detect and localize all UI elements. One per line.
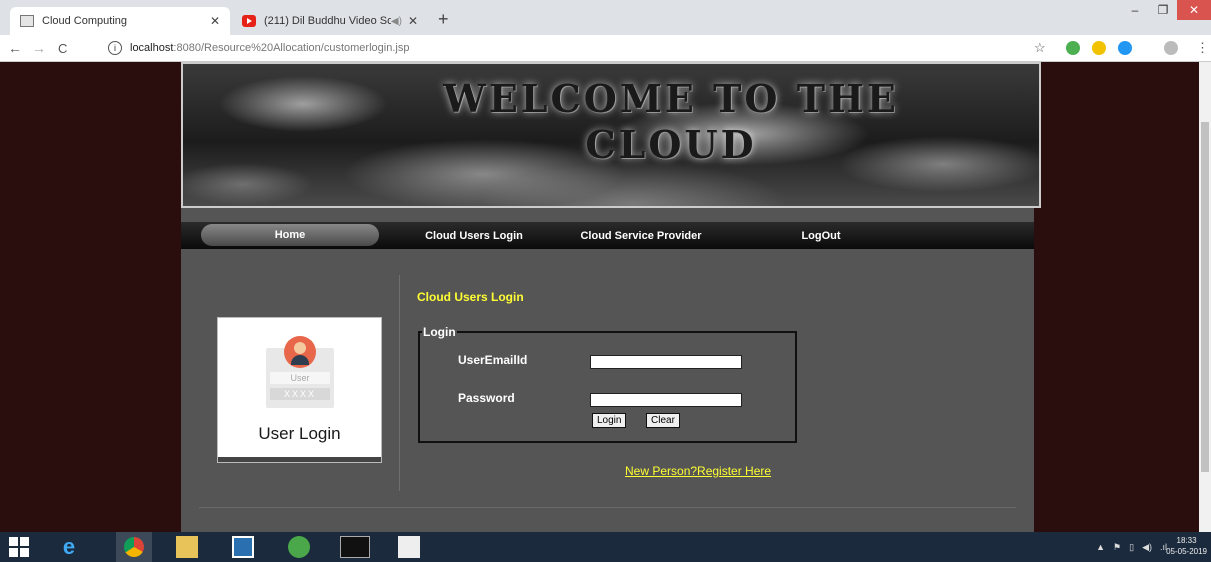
register-link[interactable]: New Person?Register Here xyxy=(625,464,771,478)
info-icon[interactable]: i xyxy=(108,41,122,55)
close-tab-icon[interactable]: ✕ xyxy=(408,14,418,28)
illustration-title: User Login xyxy=(258,424,341,443)
main-content: User XXXX User Login Cloud Users Login L… xyxy=(181,249,1034,532)
login-fieldset: Login UserEmailId Password Login Clear xyxy=(418,325,797,443)
command-prompt-icon[interactable] xyxy=(340,536,370,558)
chrome-icon[interactable] xyxy=(116,532,152,562)
illustration-footer xyxy=(218,457,381,462)
illustration-user-field: User xyxy=(270,372,330,384)
windows-start-icon[interactable] xyxy=(8,536,30,558)
scrollbar-thumb[interactable] xyxy=(1201,122,1209,472)
menu-item-home[interactable]: Home xyxy=(201,224,379,246)
forward-arrow-icon[interactable]: → xyxy=(32,40,46,56)
close-tab-icon[interactable]: ✕ xyxy=(210,14,220,28)
java-icon[interactable] xyxy=(398,536,420,558)
email-input[interactable] xyxy=(590,355,742,369)
user-login-illustration: User XXXX User Login xyxy=(217,317,382,463)
close-window-icon[interactable]: ✕ xyxy=(1177,0,1211,20)
email-label: UserEmailId xyxy=(458,353,528,367)
tab-cloud-computing[interactable]: Cloud Computing ✕ xyxy=(10,7,230,35)
web-page: WELCOME TO THE CLOUD Home Cloud Users Lo… xyxy=(0,62,1211,532)
nav-menu: Home Cloud Users Login Cloud Service Pro… xyxy=(181,222,1034,249)
login-legend: Login xyxy=(423,325,456,339)
profile-avatar[interactable] xyxy=(1164,41,1178,55)
address-bar-row: ← → C i localhost:8080/Resource%20Alloca… xyxy=(0,35,1211,62)
window-controls: – ❐ ✕ xyxy=(1121,0,1211,20)
app-icon[interactable] xyxy=(232,536,254,558)
password-input[interactable] xyxy=(590,393,742,407)
url-host: localhost xyxy=(130,42,174,54)
internet-explorer-icon[interactable]: e xyxy=(58,534,80,559)
login-button[interactable]: Login xyxy=(592,413,627,428)
tab-title: Cloud Computing xyxy=(42,15,127,27)
chevron-up-icon[interactable]: ▲ xyxy=(1096,542,1105,553)
horizontal-divider xyxy=(199,507,1016,508)
speaker-icon[interactable]: ◀) xyxy=(391,16,402,27)
minimize-icon[interactable]: – xyxy=(1121,0,1149,20)
new-tab-icon[interactable]: + xyxy=(438,9,449,30)
restore-icon[interactable]: ❐ xyxy=(1149,0,1177,20)
file-explorer-icon[interactable] xyxy=(176,536,198,558)
battery-icon[interactable]: ▯ xyxy=(1129,542,1134,553)
extension-icon[interactable] xyxy=(1092,41,1106,55)
vertical-scrollbar[interactable] xyxy=(1199,62,1211,532)
system-tray: ▲ ⚑ ▯ ◀) .ıl xyxy=(1096,542,1167,553)
tab-youtube[interactable]: (211) Dil Buddhu Video Song ◀) ✕ xyxy=(232,7,428,35)
clock-time: 18:33 xyxy=(1176,536,1197,545)
bookmark-star-icon[interactable]: ☆ xyxy=(1034,40,1046,56)
page-container: WELCOME TO THE CLOUD Home Cloud Users Lo… xyxy=(181,62,1041,532)
app-icon[interactable] xyxy=(288,536,310,558)
back-arrow-icon[interactable]: ← xyxy=(8,40,22,56)
flag-icon[interactable]: ⚑ xyxy=(1113,542,1121,553)
reload-icon[interactable]: C xyxy=(58,41,67,56)
page-favicon-icon xyxy=(20,15,34,27)
url-input[interactable]: i localhost:8080/Resource%20Allocation/c… xyxy=(108,38,1008,58)
banner-image: WELCOME TO THE CLOUD xyxy=(181,62,1041,208)
vertical-divider xyxy=(399,275,400,491)
url-path: :8080/Resource%20Allocation/customerlogi… xyxy=(173,42,410,54)
youtube-icon xyxy=(242,15,256,27)
extension-icon[interactable] xyxy=(1066,41,1080,55)
illustration-password-field: XXXX xyxy=(270,388,330,400)
section-title: Cloud Users Login xyxy=(417,290,524,304)
kebab-menu-icon[interactable]: ⋮ xyxy=(1196,40,1209,56)
tab-title: (211) Dil Buddhu Video Song xyxy=(264,15,391,27)
browser-tab-strip: Cloud Computing ✕ (211) Dil Buddhu Video… xyxy=(0,0,1211,35)
clear-button[interactable]: Clear xyxy=(646,413,680,428)
extension-icon[interactable] xyxy=(1118,41,1132,55)
user-avatar-icon xyxy=(284,336,316,368)
banner-title: WELCOME TO THE CLOUD xyxy=(443,76,899,167)
menu-item-logout[interactable]: LogOut xyxy=(781,222,861,249)
volume-icon[interactable]: ◀) xyxy=(1142,542,1152,553)
password-label: Password xyxy=(458,391,515,405)
menu-item-cloud-service-provider[interactable]: Cloud Service Provider xyxy=(561,222,721,249)
system-clock[interactable]: 18:33 05-05-2019 xyxy=(1166,535,1207,557)
menu-item-cloud-users-login[interactable]: Cloud Users Login xyxy=(409,222,539,249)
clock-date: 05-05-2019 xyxy=(1166,547,1207,556)
taskbar: e ▲ ⚑ ▯ ◀) .ıl 18:33 05-05-2019 xyxy=(0,532,1211,562)
